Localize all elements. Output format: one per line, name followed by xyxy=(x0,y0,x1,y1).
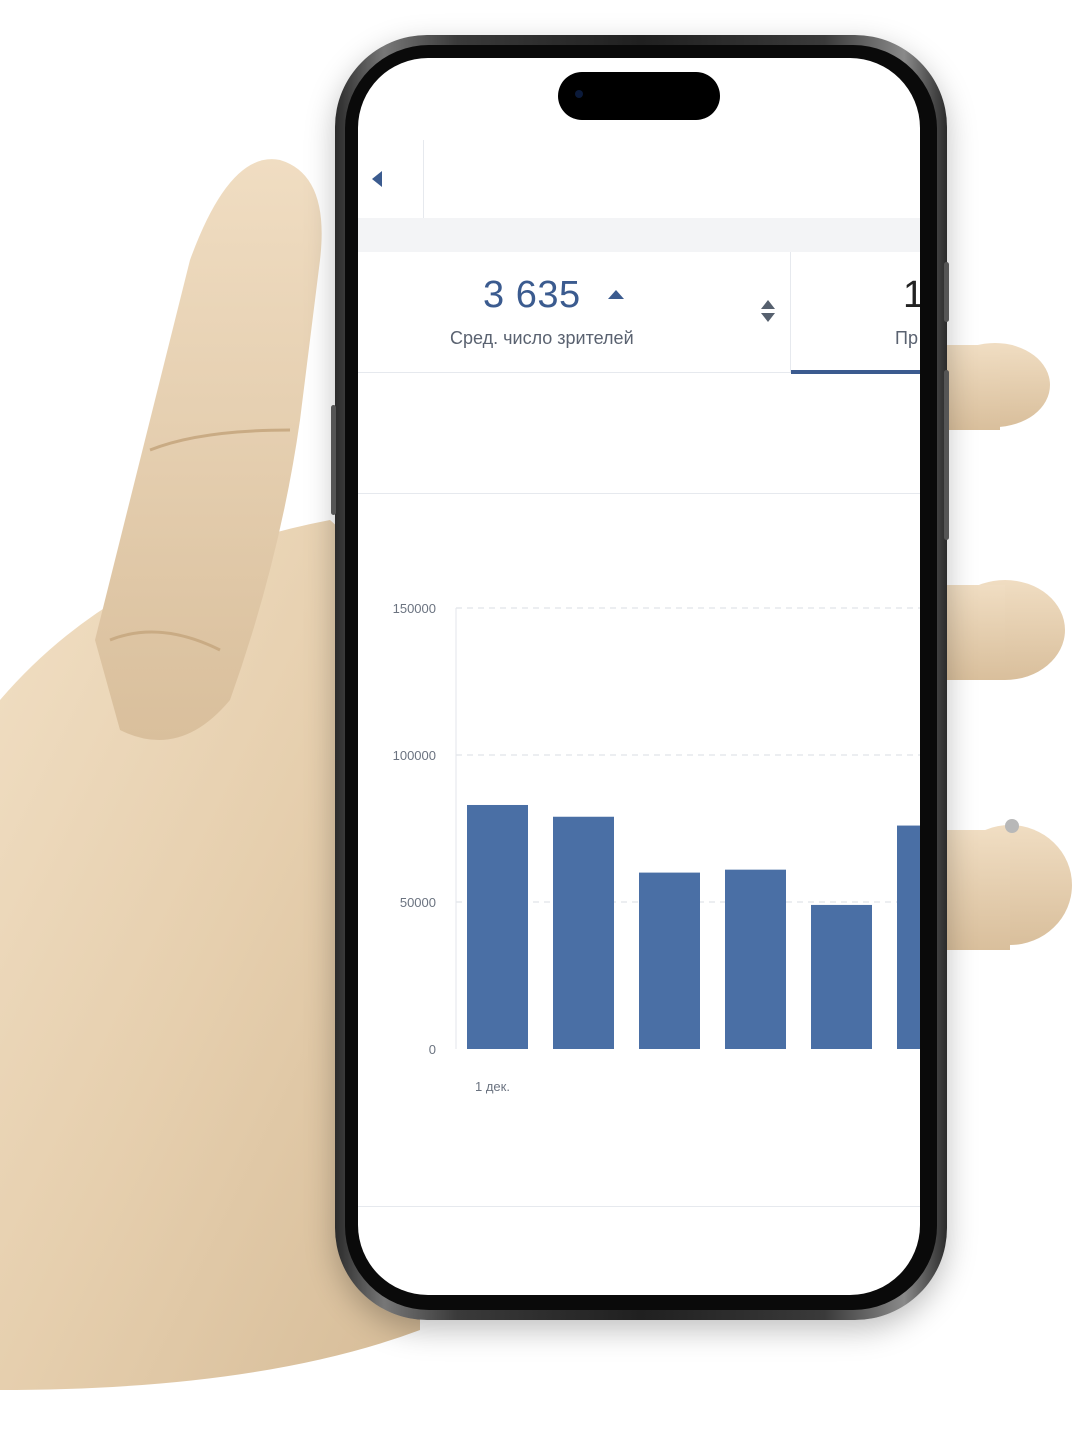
y-tick-label: 50000 xyxy=(400,895,436,910)
triangle-up-icon xyxy=(608,290,624,299)
y-tick-label: 150000 xyxy=(393,601,436,616)
separator-band xyxy=(358,218,920,252)
bar[interactable] xyxy=(467,804,528,1049)
x-tick-label: 1 дек. xyxy=(475,1079,510,1094)
avg-viewers-label: Сред. число зрителей xyxy=(450,328,634,348)
avg-viewers-stat[interactable]: 3 635 Сред. число зрителей xyxy=(358,252,788,372)
y-tick-label: 100000 xyxy=(393,748,436,763)
bar[interactable] xyxy=(553,816,614,1049)
volume-button xyxy=(331,405,336,515)
avg-viewers-value: 3 635 xyxy=(483,274,581,316)
power-button xyxy=(944,262,949,322)
back-button[interactable] xyxy=(358,140,424,218)
secondary-stat-label: Пр xyxy=(895,328,918,348)
secondary-stat-value: 1 xyxy=(903,274,920,316)
phone-screen: 3 635 Сред. число зрителей 1 Пр 0 50000 10… xyxy=(358,58,920,1295)
stats-panel: 3 635 Сред. число зрителей 1 Пр xyxy=(358,252,920,374)
camera-icon xyxy=(575,90,583,98)
bar[interactable] xyxy=(897,825,920,1049)
bar[interactable] xyxy=(811,904,872,1049)
side-button xyxy=(944,370,949,540)
secondary-stat-tab[interactable]: 1 Пр xyxy=(790,252,920,374)
bar[interactable] xyxy=(725,869,786,1049)
active-tab-underline xyxy=(791,370,920,374)
divider xyxy=(358,1206,920,1207)
y-tick-label: 0 xyxy=(429,1042,436,1057)
bar[interactable] xyxy=(639,872,700,1049)
triangle-left-icon xyxy=(372,171,382,187)
bar-chart: 0500001000001500001 дек.7 дек. xyxy=(393,601,920,1094)
divider xyxy=(358,493,920,494)
sort-icon[interactable] xyxy=(760,300,776,326)
top-bar xyxy=(358,140,920,219)
